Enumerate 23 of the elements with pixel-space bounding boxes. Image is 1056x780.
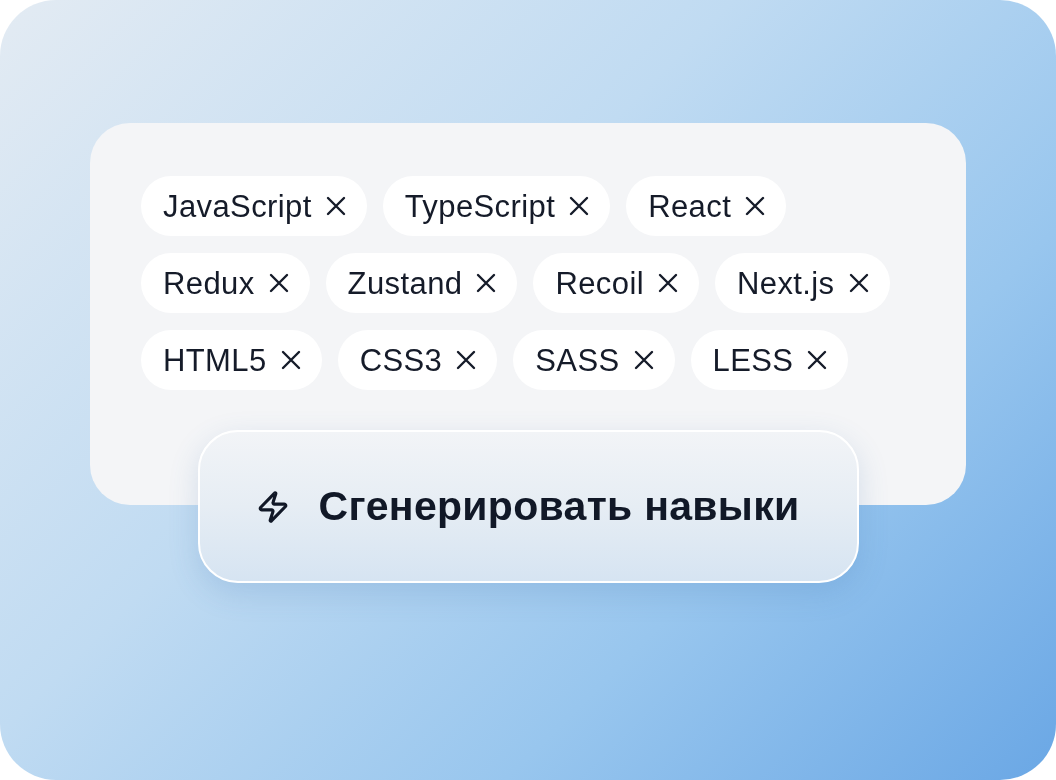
tag-label: React bbox=[648, 190, 732, 222]
close-icon[interactable] bbox=[745, 196, 766, 216]
close-icon[interactable] bbox=[569, 196, 590, 216]
close-icon[interactable] bbox=[476, 273, 497, 293]
tag-label: HTML5 bbox=[163, 344, 267, 376]
tag-label: Redux bbox=[163, 267, 255, 299]
close-icon[interactable] bbox=[456, 350, 477, 370]
tag-label: Zustand bbox=[347, 267, 463, 299]
close-icon[interactable] bbox=[657, 273, 678, 293]
generate-skills-button[interactable]: Сгенерировать навыки bbox=[197, 430, 859, 583]
tag-label: Next.js bbox=[736, 267, 835, 299]
tag-label: CSS3 bbox=[359, 344, 443, 376]
tag-label: LESS bbox=[712, 344, 794, 376]
tag-label: Recoil bbox=[555, 267, 644, 299]
tag-label: TypeScript bbox=[404, 190, 556, 222]
close-icon[interactable] bbox=[848, 273, 869, 293]
close-icon[interactable] bbox=[280, 350, 301, 370]
tag-label: JavaScript bbox=[163, 190, 312, 222]
close-icon[interactable] bbox=[268, 273, 289, 293]
close-icon[interactable] bbox=[807, 350, 828, 370]
close-icon[interactable] bbox=[325, 196, 346, 216]
tag-label: SASS bbox=[535, 344, 620, 376]
close-icon[interactable] bbox=[633, 350, 654, 370]
